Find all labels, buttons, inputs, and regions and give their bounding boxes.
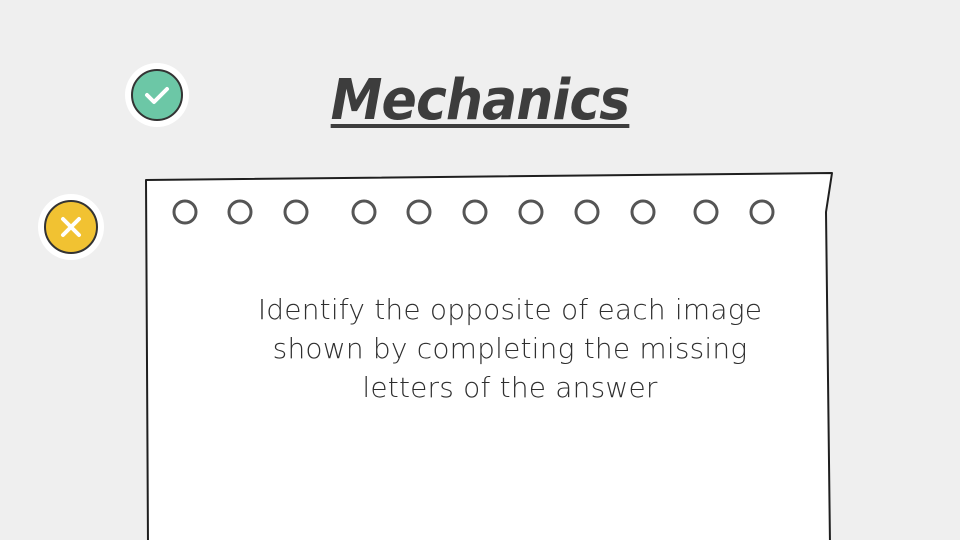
instruction-text: Identify the opposite of each image show… [257, 293, 763, 404]
notebook-paper [145, 172, 833, 540]
slide: Mechanics Identify the opposite of each … [0, 0, 960, 540]
